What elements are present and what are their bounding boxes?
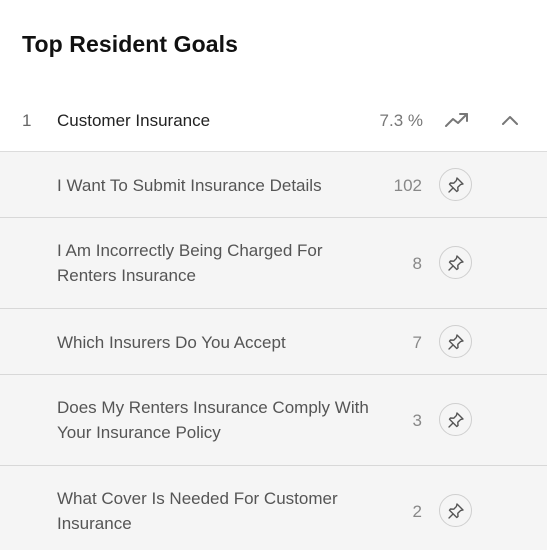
subgoal-row[interactable]: I Am Incorrectly Being Charged For Rente…	[0, 218, 547, 309]
subgoal-label: What Cover Is Needed For Customer Insura…	[57, 489, 338, 533]
trending-up-icon[interactable]	[444, 109, 470, 131]
subgoal-label: I Want To Submit Insurance Details	[57, 176, 322, 195]
subgoal-row[interactable]: I Want To Submit Insurance Details 102	[0, 152, 547, 218]
pin-button[interactable]	[439, 325, 472, 358]
pin-button[interactable]	[439, 246, 472, 279]
goal-label: Customer Insurance	[57, 111, 211, 130]
subgoal-count: 3	[412, 411, 422, 430]
pin-button[interactable]	[439, 494, 472, 527]
subgoal-count: 102	[393, 176, 422, 195]
chevron-up-icon[interactable]	[499, 112, 521, 128]
pin-icon	[447, 502, 464, 519]
pin-icon	[447, 411, 464, 428]
pin-icon	[447, 254, 464, 271]
subgoal-list: I Want To Submit Insurance Details 102 I…	[0, 152, 547, 550]
subgoal-label: I Am Incorrectly Being Charged For Rente…	[57, 241, 323, 285]
top-resident-goals-panel: Top Resident Goals 1 Customer Insurance …	[0, 0, 547, 550]
pin-button[interactable]	[439, 403, 472, 436]
pin-icon	[447, 176, 464, 193]
subgoal-label: Which Insurers Do You Accept	[57, 333, 286, 352]
pin-icon	[447, 333, 464, 350]
pin-button[interactable]	[439, 168, 472, 201]
goal-rank: 1	[22, 111, 32, 130]
subgoal-label: Does My Renters Insurance Comply With Yo…	[57, 398, 369, 442]
subgoal-row[interactable]: Does My Renters Insurance Comply With Yo…	[0, 375, 547, 466]
subgoal-count: 8	[412, 254, 422, 273]
subgoal-count: 7	[412, 333, 422, 352]
goal-row[interactable]: 1 Customer Insurance 7.3 %	[0, 92, 547, 152]
subgoal-row[interactable]: What Cover Is Needed For Customer Insura…	[0, 466, 547, 550]
panel-title: Top Resident Goals	[22, 31, 239, 57]
subgoal-count: 2	[412, 502, 422, 521]
goal-percent: 7.3 %	[379, 111, 423, 130]
subgoal-row[interactable]: Which Insurers Do You Accept 7	[0, 309, 547, 375]
